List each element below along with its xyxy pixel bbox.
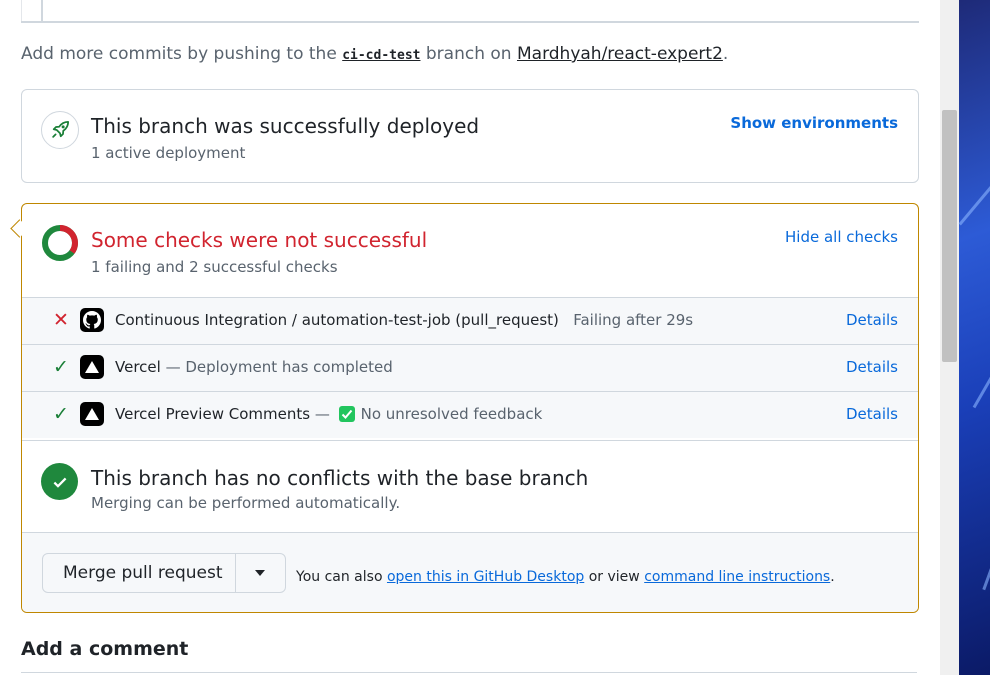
check-name: Continuous Integration / automation-test… [115,311,559,329]
merge-pull-request-button[interactable]: Merge pull request [63,563,223,583]
details-link[interactable]: Details [846,405,898,423]
push-hint: Add more commits by pushing to the ci-cd… [21,44,728,64]
green-check-badge-icon [338,406,355,422]
check-description: No unresolved feedback [360,405,543,423]
details-link[interactable]: Details [846,358,898,376]
checks-box: Some checks were not successful 1 failin… [21,203,919,613]
push-hint-middle: branch on [425,44,512,64]
timeline-edge [21,0,22,21]
button-separator [235,554,236,592]
no-conflicts-title: This branch has no conflicts with the ba… [91,466,589,490]
check-description: — Deployment has completed [165,358,393,376]
checks-status-donut-icon [42,225,78,261]
check-name: Vercel Preview Comments [115,405,311,423]
check-dash: — [314,405,330,423]
merge-button-group: Merge pull request [42,553,286,593]
push-hint-prefix: Add more commits by pushing to the [21,44,337,64]
command-line-instructions-link[interactable]: command line instructions [644,569,830,585]
check-row: ✕ Continuous Integration / automation-te… [22,297,918,344]
comment-box-edge [21,672,917,676]
merge-hint: You can also open this in GitHub Desktop… [296,569,835,585]
check-name: Vercel [115,358,161,376]
repo-link[interactable]: Mardhyah/react-expert2 [517,44,723,64]
open-in-desktop-link[interactable]: open this in GitHub Desktop [387,569,584,585]
chevron-down-icon[interactable] [255,570,265,576]
wallpaper-streak [982,532,990,591]
check-text: Continuous Integration / automation-test… [115,311,693,329]
check-row: ✓ Vercel Preview Comments — No unresolve… [22,391,918,438]
add-comment-heading: Add a comment [21,638,189,660]
rocket-icon [41,111,79,149]
no-conflicts-section: This branch has no conflicts with the ba… [22,440,918,533]
check-row: ✓ Vercel — Deployment has completed Deta… [22,344,918,391]
check-circle-icon [41,463,78,500]
check-icon: ✓ [53,356,69,378]
no-conflicts-subtitle: Merging can be performed automatically. [91,494,401,512]
wallpaper-streak [958,177,990,226]
check-text: Vercel — Deployment has completed [115,358,393,376]
show-environments-link[interactable]: Show environments [730,114,898,132]
vercel-icon [80,355,104,379]
branch-name[interactable]: ci-cd-test [342,48,420,63]
deployment-box: This branch was successfully deployed 1 … [21,89,919,183]
checks-title: Some checks were not successful [91,228,428,252]
deployment-title: This branch was successfully deployed [91,114,480,138]
check-icon: ✓ [53,403,69,425]
vercel-icon [80,402,104,426]
merge-hint-suffix: . [830,569,835,585]
timeline-connector [21,0,919,23]
timeline-line [41,0,43,21]
github-icon [80,308,104,332]
merge-hint-middle: or view [588,569,640,585]
merge-hint-prefix: You can also [296,569,383,585]
deployment-subtitle: 1 active deployment [91,144,246,162]
check-text: Vercel Preview Comments — No unresolved … [115,405,542,423]
pull-request-page: Add more commits by pushing to the ci-cd… [0,0,940,675]
scrollbar-thumb[interactable] [942,110,957,362]
merge-actions: Merge pull request You can also open thi… [22,532,918,612]
hide-all-checks-link[interactable]: Hide all checks [785,228,898,246]
wallpaper-streak [972,354,990,409]
check-description: Failing after 29s [573,311,694,329]
desktop-wallpaper [958,0,990,675]
checks-subtitle: 1 failing and 2 successful checks [91,258,338,276]
x-icon: ✕ [53,309,69,331]
details-link[interactable]: Details [846,311,898,329]
push-hint-suffix: . [722,44,729,64]
